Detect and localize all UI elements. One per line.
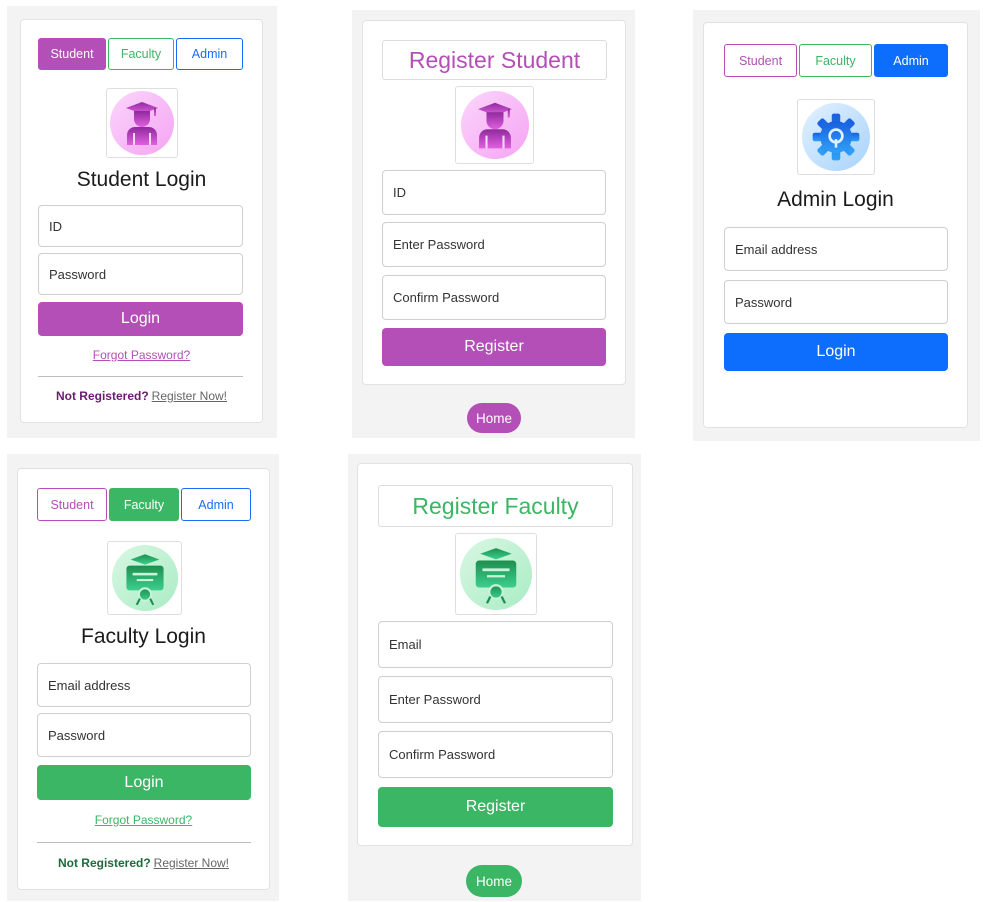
email-input[interactable]: Email address (724, 227, 948, 271)
register-faculty-panel: Register Faculty Email Enter Password Co… (348, 454, 641, 901)
faculty-avatar (455, 533, 537, 615)
password-input[interactable]: Enter Password (382, 222, 606, 267)
divider (38, 376, 243, 377)
register-student-panel: Register Student ID Enter Password Confi… (352, 10, 635, 438)
student-avatar (106, 88, 178, 158)
confirm-password-input[interactable]: Confirm Password (382, 275, 606, 320)
register-title: Register Faculty (378, 485, 613, 527)
register-student-card: Register Student ID Enter Password Confi… (362, 20, 626, 385)
tab-admin[interactable]: Admin (176, 38, 243, 70)
tab-admin[interactable]: Admin (181, 488, 251, 521)
tab-student[interactable]: Student (724, 44, 797, 77)
student-login-card: Student Faculty Admin Student Login ID P… (20, 19, 263, 423)
id-input[interactable]: ID (38, 205, 243, 247)
register-now-link[interactable]: Register Now! (154, 856, 229, 870)
login-button[interactable]: Login (37, 765, 251, 800)
forgot-password-link[interactable]: Forgot Password? (18, 813, 269, 827)
role-tabs: Student Faculty Admin (37, 488, 251, 521)
home-button[interactable]: Home (467, 403, 521, 433)
divider (37, 842, 251, 843)
password-input[interactable]: Password (37, 713, 251, 757)
faculty-avatar (107, 541, 182, 615)
tab-faculty[interactable]: Faculty (799, 44, 872, 77)
not-registered-text: Not Registered? (57, 856, 151, 870)
student-login-panel: Student Faculty Admin Student Login ID P… (7, 6, 277, 438)
forgot-password-link[interactable]: Forgot Password? (21, 348, 262, 362)
not-registered-text: Not Registered? (55, 389, 149, 403)
graduate-student-icon (110, 91, 174, 155)
faculty-login-panel: Student Faculty Admin Faculty Login Emai… (7, 454, 279, 901)
admin-login-panel: Student Faculty Admin Admin Login Email … (693, 10, 980, 441)
tab-student[interactable]: Student (37, 488, 107, 521)
faculty-certificate-icon (112, 545, 178, 611)
page-title: Admin Login (777, 188, 894, 211)
home-button[interactable]: Home (466, 865, 522, 897)
password-input[interactable]: Password (38, 253, 243, 295)
tab-admin[interactable]: Admin (874, 44, 948, 77)
role-tabs: Student Faculty Admin (724, 44, 948, 77)
register-prompt: Not Registered? Register Now! (18, 856, 269, 870)
register-faculty-card: Register Faculty Email Enter Password Co… (357, 463, 633, 846)
role-tabs: Student Faculty Admin (38, 38, 243, 70)
register-button[interactable]: Register (382, 328, 606, 366)
gear-admin-icon (802, 103, 870, 171)
tab-student[interactable]: Student (38, 38, 106, 70)
student-avatar (455, 86, 534, 164)
password-input[interactable]: Enter Password (378, 676, 613, 723)
register-prompt: Not Registered? Register Now! (21, 389, 262, 403)
faculty-certificate-icon (460, 538, 532, 610)
register-now-link[interactable]: Register Now! (152, 389, 227, 403)
register-button[interactable]: Register (378, 787, 613, 827)
login-button[interactable]: Login (38, 302, 243, 336)
graduate-student-icon (461, 91, 529, 159)
page-title: Student Login (76, 168, 207, 191)
email-input[interactable]: Email (378, 621, 613, 668)
id-input[interactable]: ID (382, 170, 606, 215)
confirm-password-input[interactable]: Confirm Password (378, 731, 613, 778)
email-input[interactable]: Email address (37, 663, 251, 707)
password-input[interactable]: Password (724, 280, 948, 324)
login-button[interactable]: Login (724, 333, 948, 371)
faculty-login-card: Student Faculty Admin Faculty Login Emai… (17, 468, 270, 890)
register-title: Register Student (382, 40, 607, 80)
page-title: Faculty Login (81, 625, 206, 648)
admin-login-card: Student Faculty Admin Admin Login Email … (703, 22, 968, 428)
tab-faculty[interactable]: Faculty (109, 488, 179, 521)
admin-avatar (797, 99, 875, 175)
tab-faculty[interactable]: Faculty (108, 38, 174, 70)
